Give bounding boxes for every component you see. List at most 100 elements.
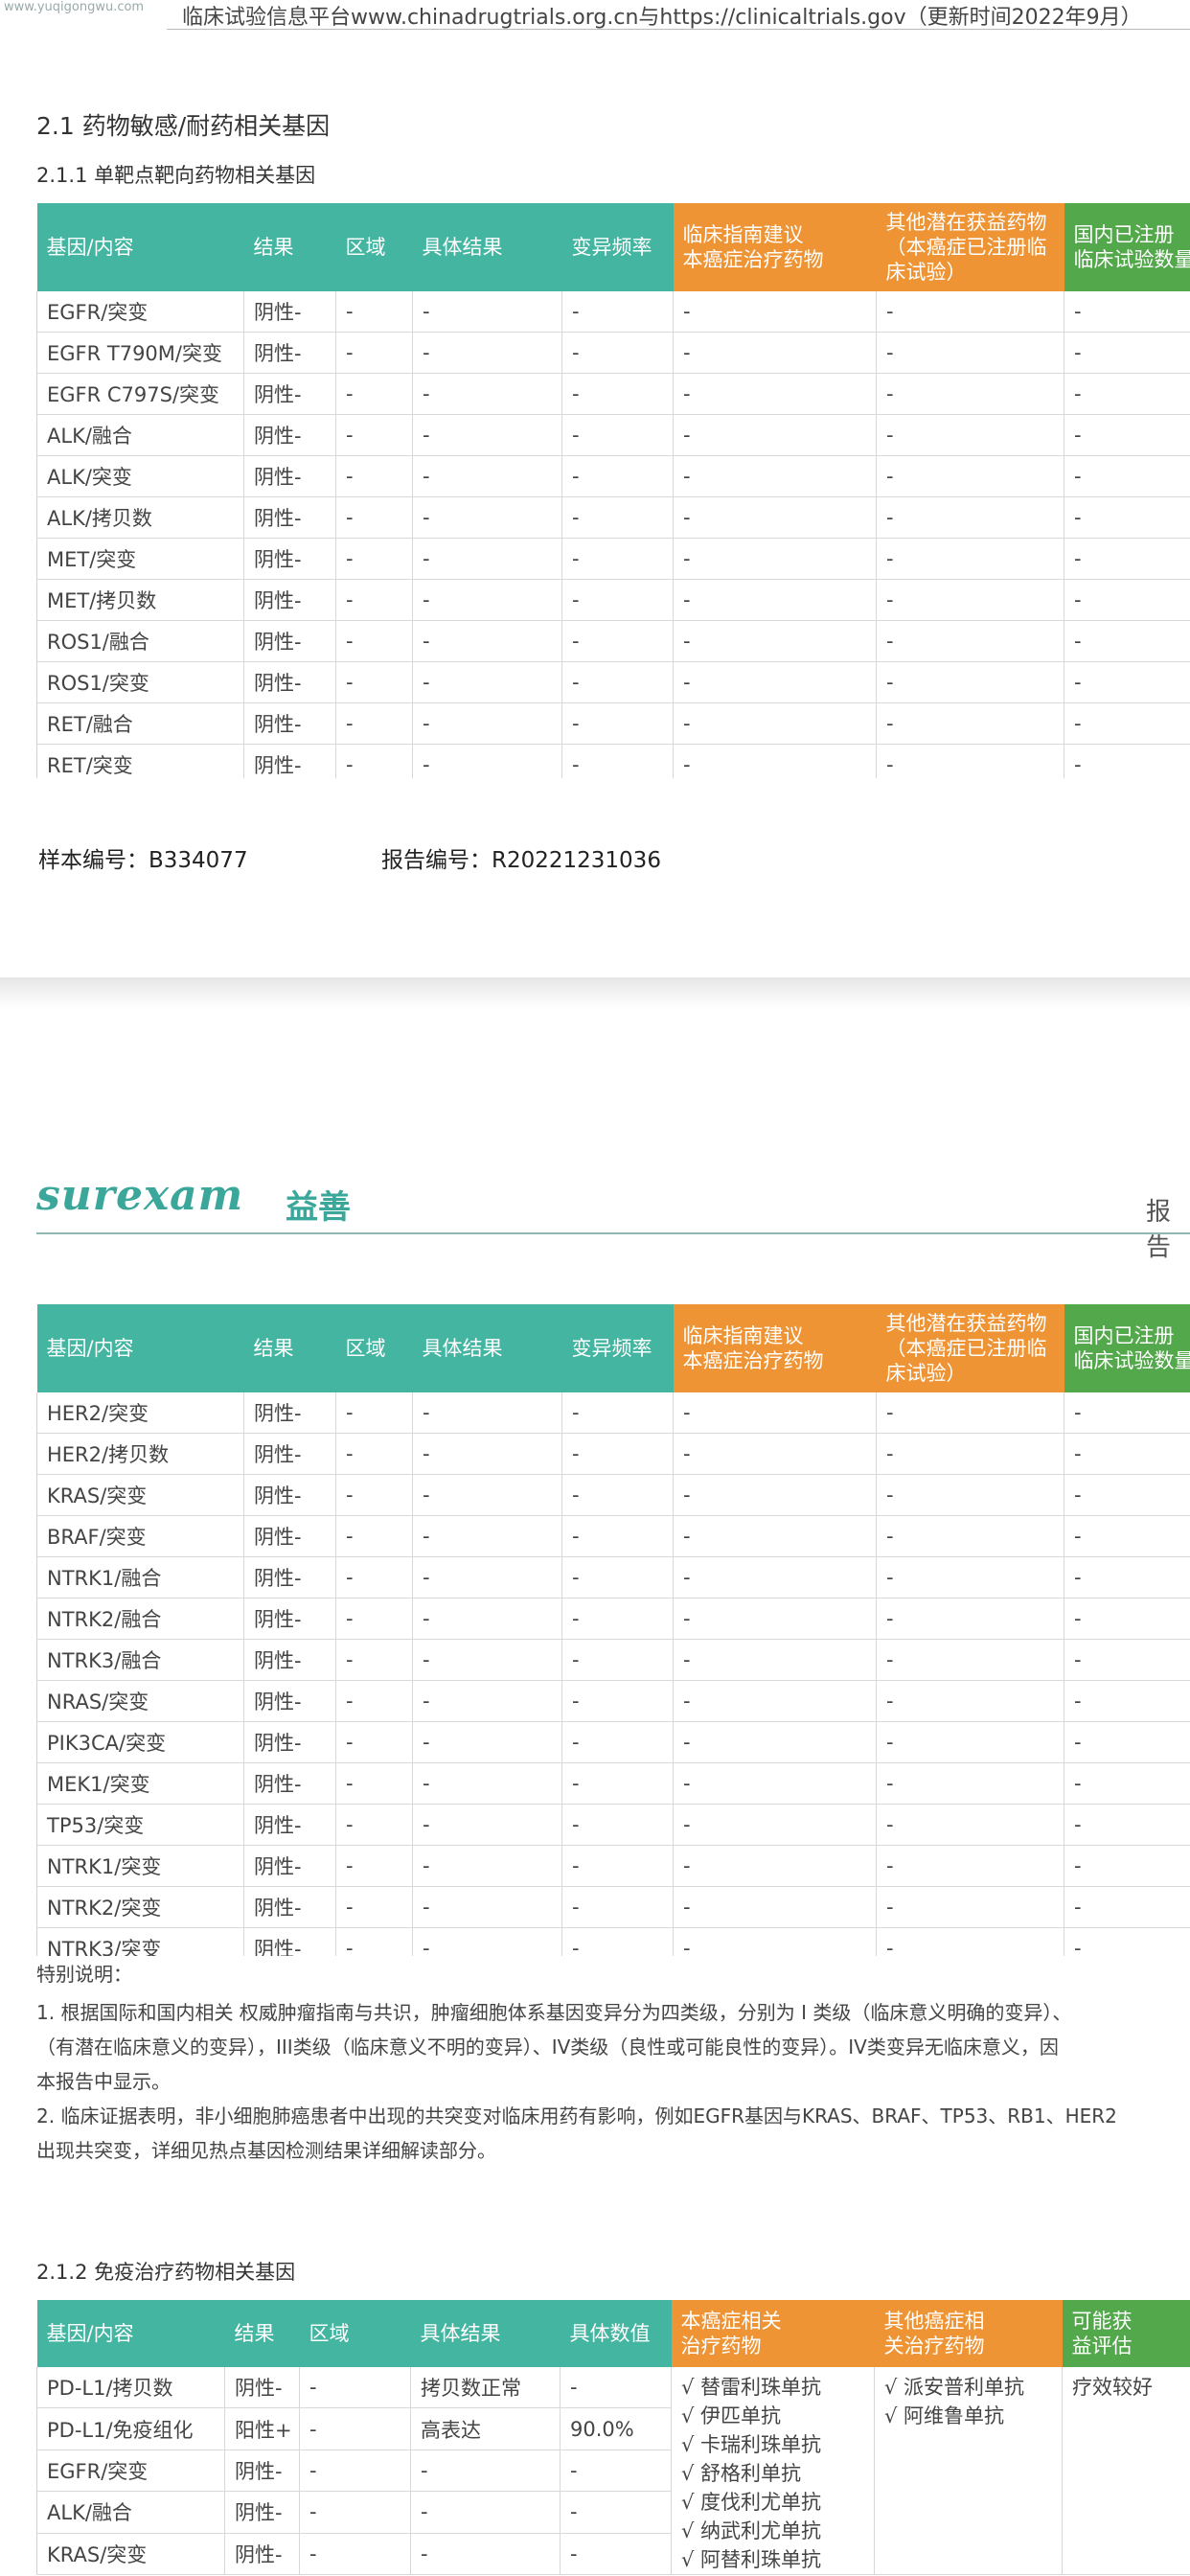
table-cell: - (561, 1474, 674, 1516)
table-cell: NTRK1/融合 (36, 1556, 244, 1598)
table-cell: EGFR C797S/突变 (36, 373, 244, 415)
table-cell: HER2/拷贝数 (36, 1433, 244, 1475)
note-line: （有潜在临床意义的变异），III类级（临床意义不明的变异）、IV类级（良性或可能… (36, 2036, 1059, 2058)
header-rule (167, 29, 1190, 30)
brand-logo-cn: 益善 (286, 1188, 351, 1227)
table-cell: - (412, 1886, 562, 1928)
column-header: 其他潜在获益药物 （本癌症已注册临 床试验） (876, 1304, 1064, 1392)
table-cell: - (876, 1721, 1064, 1763)
table-row: EGFR T790M/突变 阴性- - - - - - - (36, 332, 1190, 374)
table-row: ALK/拷贝数 阴性- - - - - - - (36, 496, 1190, 539)
table-cell: - (673, 1433, 877, 1475)
table-cell: 阴性- (243, 744, 336, 778)
table-cell: - (412, 1515, 562, 1557)
targeted-drug-table-continued: 基因/内容 结果 区域 具体结果 变异频率 临床指南建议 本癌症治疗药物 其他潜在获益药物 （本… (36, 1304, 1190, 1956)
table-row: TP53/突变 阴性- - - - - - - (36, 1804, 1190, 1846)
column-header: 具体结果 (412, 203, 562, 291)
table-cell: - (876, 1804, 1064, 1846)
table-cell: - (561, 1927, 674, 1956)
table3-body: PD-L1/拷贝数 阴性- - 拷贝数正常 - √ 替雷利珠单抗 √ 伊匹单抗 √ 卡瑞利珠单… (36, 2367, 1190, 2576)
drug-item: √ 舒格利单抗 (681, 2462, 802, 2485)
table-cell: - (335, 496, 413, 539)
table-cell: - (412, 538, 562, 580)
table-row: NRAS/突变 阴性- - - - - - - (36, 1680, 1190, 1722)
table-cell: - (876, 291, 1064, 333)
table-cell: - (1064, 538, 1190, 580)
table-cell: - (876, 1762, 1064, 1805)
column-header: 国内已注册 临床试验数量 (1064, 1304, 1190, 1392)
note-line: 出现共突变，详细见热点基因检测结果详细解读部分。 (36, 2139, 496, 2162)
table-cell: RET/突变 (36, 744, 244, 778)
table-cell: - (299, 2450, 411, 2493)
table-cell: - (412, 744, 562, 778)
table-row: PIK3CA/突变 阴性- - - - - - - (36, 1721, 1190, 1763)
note-line: 本报告中显示。 (36, 2070, 171, 2093)
note-line: 2. 临床证据表明，非小细胞肺癌患者中出现的共突变对临床用药有影响，例如EGFR… (36, 2104, 1117, 2128)
drug-item: √ 度伐利尤单抗 (681, 2491, 822, 2514)
table-cell: 阴性- (224, 2450, 300, 2493)
table-cell: - (335, 1804, 413, 1846)
table-cell: EGFR/突变 (36, 291, 244, 333)
column-header: 具体结果 (410, 2300, 561, 2367)
table-cell: - (335, 579, 413, 621)
table-cell: - (673, 1515, 877, 1557)
table-cell: - (299, 2533, 411, 2576)
table-cell: - (299, 2491, 411, 2534)
table-cell: - (412, 1392, 562, 1434)
table1-body: EGFR/突变 阴性- - - - - - - EGFR T790M/突变 阴性- - - - - - - EG… (36, 291, 1190, 778)
table-cell: PD-L1/拷贝数 (36, 2367, 225, 2409)
table-cell: NTRK1/突变 (36, 1845, 244, 1887)
table-cell: - (673, 702, 877, 745)
table-cell: KRAS/突变 (36, 2533, 225, 2576)
table-cell: MET/突变 (36, 538, 244, 580)
table-cell: 阴性- (243, 1598, 336, 1640)
table-cell: - (561, 1680, 674, 1722)
table-cell: - (335, 1886, 413, 1928)
table-cell: - (412, 291, 562, 333)
table-cell: - (673, 291, 877, 333)
table-cell: - (335, 373, 413, 415)
table-cell: - (673, 1598, 877, 1640)
table-cell: 90.0% (560, 2407, 672, 2450)
table-cell: - (412, 414, 562, 456)
table-cell: RET/融合 (36, 702, 244, 745)
table-cell: - (1064, 373, 1190, 415)
column-header: 区域 (299, 2300, 411, 2367)
table-cell: - (876, 538, 1064, 580)
table-cell: - (560, 2367, 672, 2409)
table-cell: - (876, 455, 1064, 497)
watermark: www.yuqigongwu.com (4, 0, 145, 14)
table-cell: - (412, 1927, 562, 1956)
table-cell: - (561, 1845, 674, 1887)
table-cell: NTRK2/融合 (36, 1598, 244, 1640)
table-cell: 高表达 (410, 2407, 561, 2450)
table-cell: ROS1/融合 (36, 620, 244, 662)
table-cell: - (673, 1927, 877, 1956)
table-cell: 阴性- (243, 1886, 336, 1928)
brand-logo-text: surexam (36, 1171, 244, 1220)
table-cell: MET/拷贝数 (36, 579, 244, 621)
table-cell: - (335, 455, 413, 497)
table1-wrapper: 基因/内容 结果 区域 具体结果 变异频率 临床指南建议 本癌症治疗药物 其他潜在获益药物 （本… (0, 203, 1190, 778)
table-cell: - (876, 1886, 1064, 1928)
benefit-text: 疗效较好 (1072, 2376, 1153, 2399)
table-cell: - (561, 1804, 674, 1846)
table2-body: HER2/突变 阴性- - - - - - - HER2/拷贝数 阴性- - - - - - - KRAS/突变… (36, 1392, 1190, 1956)
table-cell: - (1064, 414, 1190, 456)
table-row: MET/拷贝数 阴性- - - - - - - (36, 579, 1190, 621)
table-cell: ROS1/突变 (36, 661, 244, 703)
table-cell: - (876, 1392, 1064, 1434)
table-cell: - (561, 538, 674, 580)
table-cell: - (412, 579, 562, 621)
table-cell: EGFR T790M/突变 (36, 332, 244, 374)
table-row: BRAF/突变 阴性- - - - - - - (36, 1515, 1190, 1557)
table-cell: - (412, 1598, 562, 1640)
table-row: HER2/突变 阴性- - - - - - - (36, 1392, 1190, 1434)
table-cell: - (876, 1556, 1064, 1598)
table-row: NTRK2/融合 阴性- - - - - - - (36, 1598, 1190, 1640)
table-cell: - (335, 1639, 413, 1681)
table2-header-row: 基因/内容 结果 区域 具体结果 变异频率 临床指南建议 本癌症治疗药物 其他潜在获益药物 （本… (36, 1304, 1190, 1392)
table-cell: - (673, 1804, 877, 1846)
column-header: 结果 (243, 203, 336, 291)
table-cell: 阴性- (243, 1639, 336, 1681)
